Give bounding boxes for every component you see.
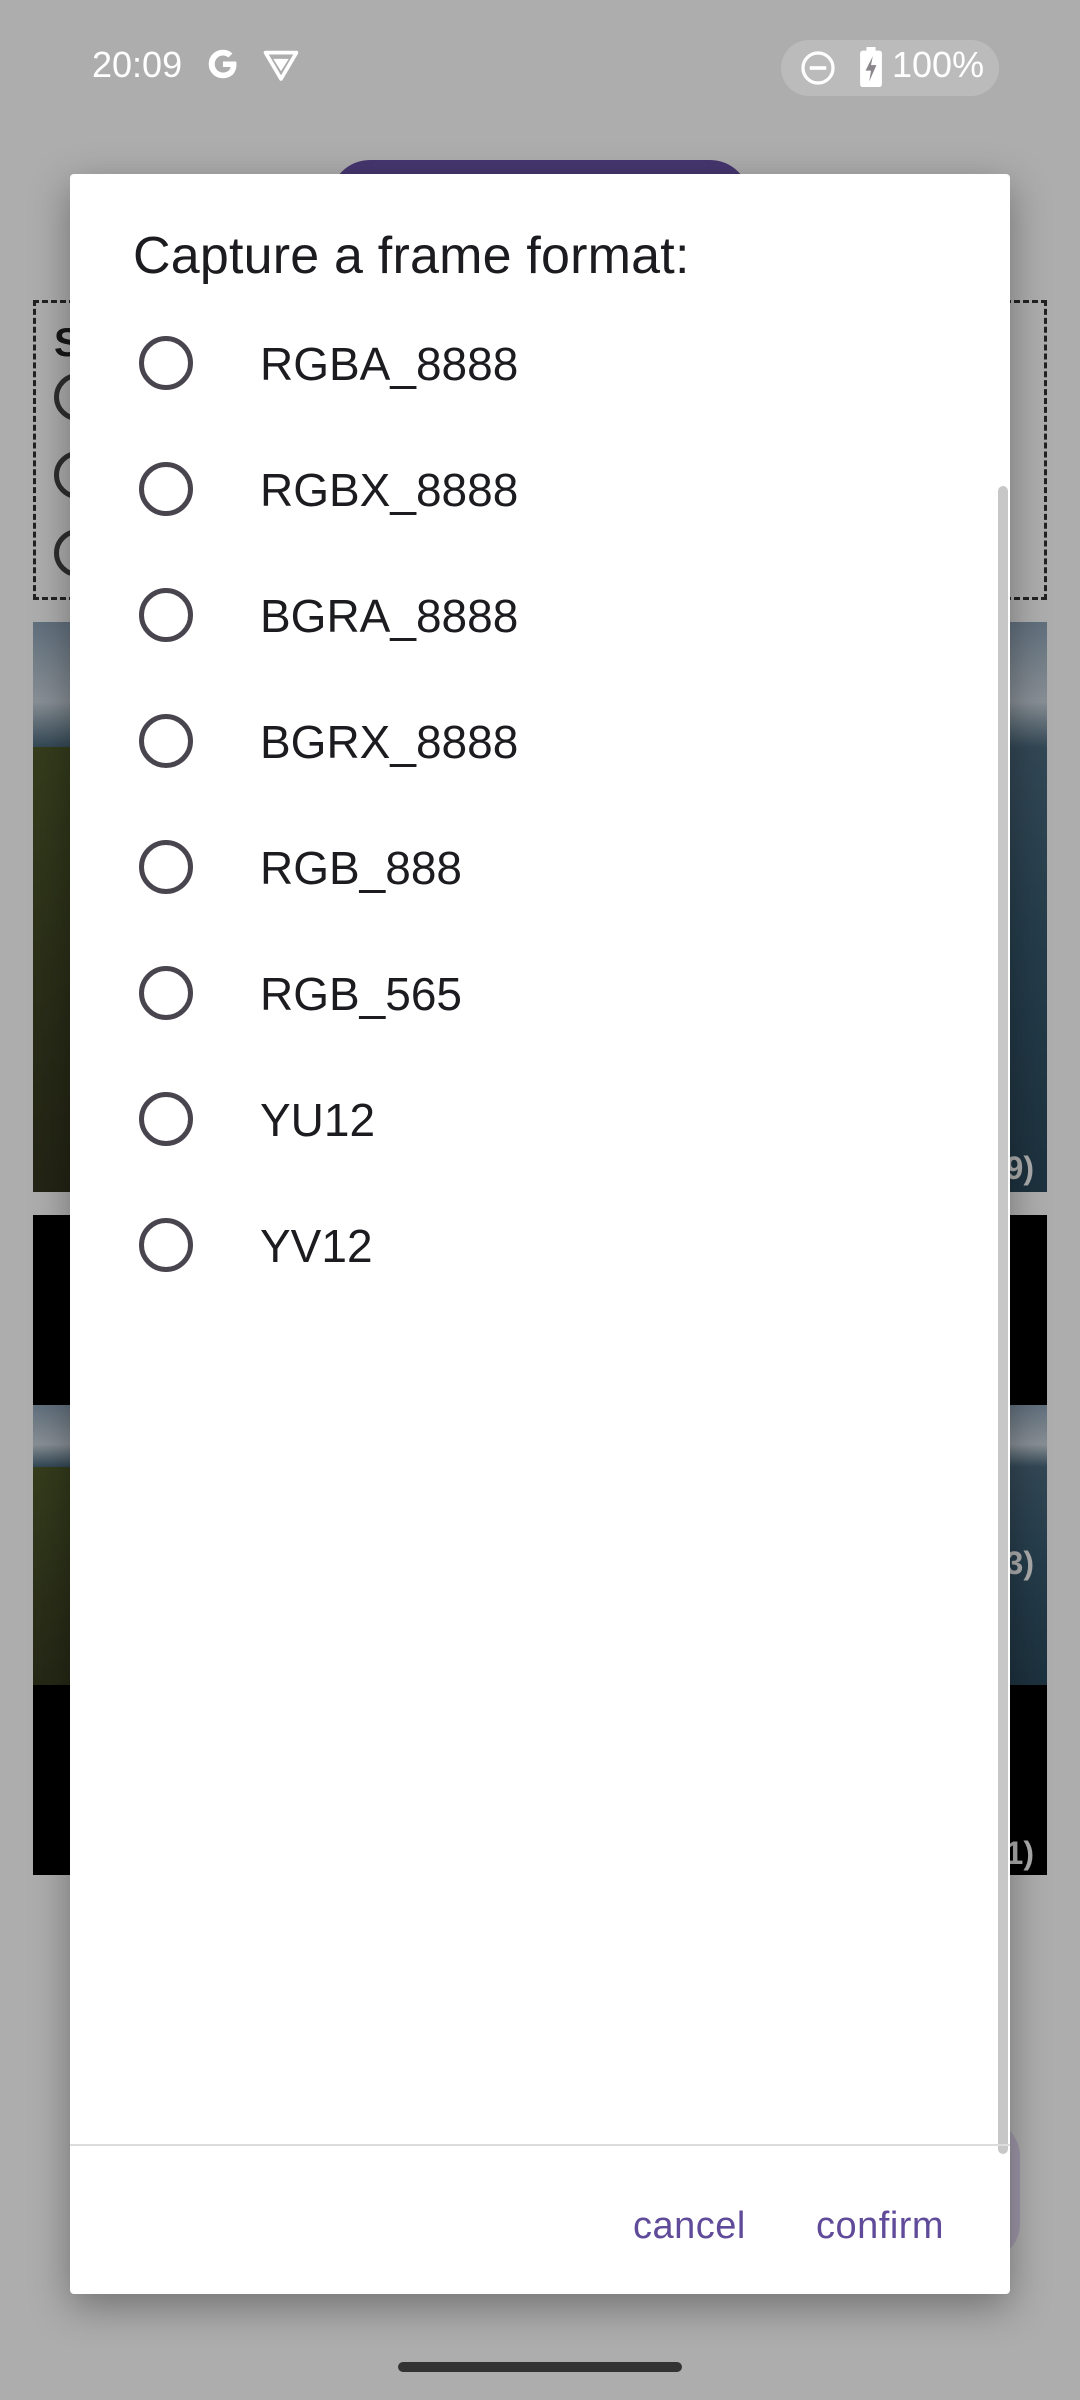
google-g-icon <box>208 49 237 79</box>
format-option-row[interactable]: RGB_565 <box>70 930 996 1056</box>
battery-charging-icon <box>860 47 882 87</box>
format-option-label: BGRX_8888 <box>260 716 519 768</box>
scrollbar-thumb[interactable] <box>998 486 1008 2154</box>
format-option-label: RGBX_8888 <box>260 464 519 516</box>
format-option-label: RGB_565 <box>260 968 463 1020</box>
status-time: 20:09 <box>92 44 183 85</box>
status-bar: 20:09 100% <box>0 0 1080 134</box>
radio-button[interactable] <box>139 840 193 894</box>
format-options-list[interactable]: RGBA_8888 RGBX_8888 BGRA_8888 BGRX_8888 RGB_… <box>70 300 1010 1318</box>
frame-format-dialog: Capture a frame format: RGBA_8888 RGBX_88… <box>70 174 1010 2294</box>
do-not-disturb-icon <box>801 51 835 85</box>
format-option-row[interactable]: BGRA_8888 <box>70 552 996 678</box>
radio-button[interactable] <box>139 966 193 1020</box>
format-option-label: BGRA_8888 <box>260 590 519 642</box>
radio-button[interactable] <box>139 336 193 390</box>
cancel-button[interactable]: cancel <box>633 2194 746 2258</box>
radio-button[interactable] <box>139 462 193 516</box>
format-option-label: YU12 <box>260 1094 376 1146</box>
dialog-actions-divider <box>70 2144 1010 2146</box>
dialog-title: Capture a frame format: <box>133 227 690 285</box>
format-option-row[interactable]: RGBA_8888 <box>70 300 996 426</box>
radio-button[interactable] <box>139 588 193 642</box>
radio-button[interactable] <box>139 714 193 768</box>
radio-button[interactable] <box>139 1218 193 1272</box>
radio-button[interactable] <box>139 1092 193 1146</box>
format-option-label: RGB_888 <box>260 842 463 894</box>
battery-percent: 100% <box>892 44 985 85</box>
gesture-navigation-bar[interactable] <box>398 2362 682 2372</box>
format-option-label: RGBA_8888 <box>260 338 519 390</box>
format-option-row[interactable]: YV12 <box>70 1182 996 1308</box>
format-option-label: YV12 <box>260 1220 373 1272</box>
scrollbar[interactable] <box>998 486 1008 2154</box>
vpn-shield-icon <box>263 50 299 81</box>
format-options-scroll-area[interactable]: RGBA_8888 RGBX_8888 BGRA_8888 BGRX_8888 RGB_… <box>70 300 1010 1318</box>
format-option-row[interactable]: RGBX_8888 <box>70 426 996 552</box>
confirm-button[interactable]: confirm <box>816 2194 944 2258</box>
format-option-row[interactable]: I444 <box>70 1308 996 1318</box>
format-option-row[interactable]: RGB_888 <box>70 804 996 930</box>
format-option-row[interactable]: BGRX_8888 <box>70 678 996 804</box>
format-option-row[interactable]: YU12 <box>70 1056 996 1182</box>
